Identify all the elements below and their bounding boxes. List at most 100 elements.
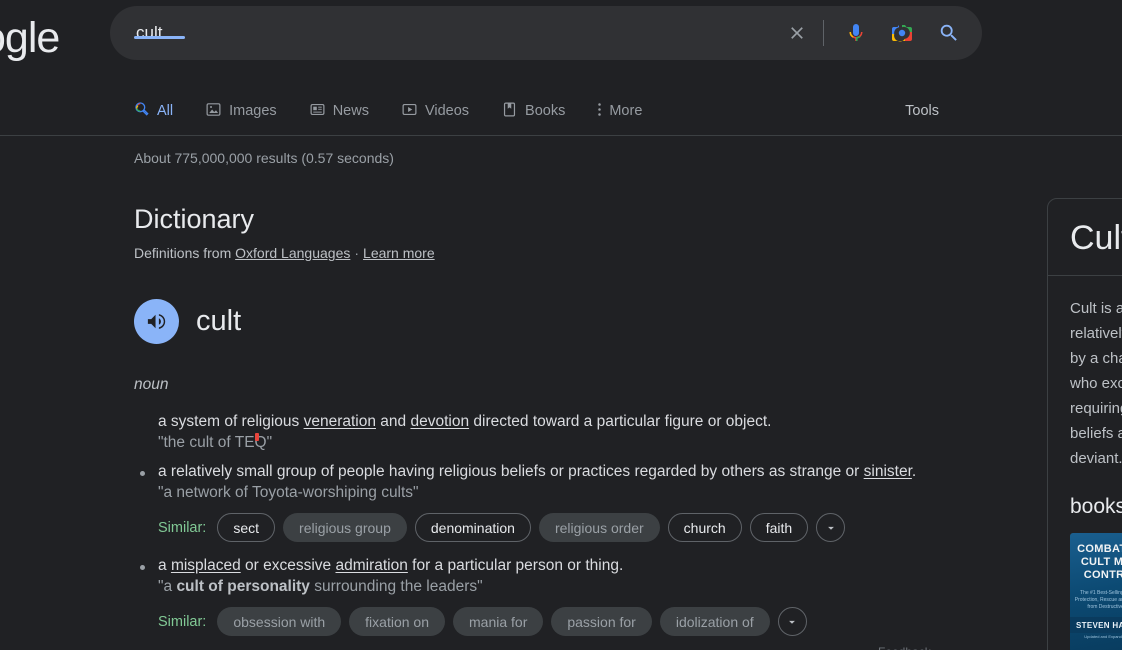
knowledge-panel-body: Cult is a term, considered pejorative, f…	[1048, 276, 1122, 650]
definition-text-span: and	[375, 413, 411, 430]
book-cover-subtitle: The #1 Best-Selling Guide to Protection,…	[1074, 590, 1122, 610]
headword: cult	[196, 305, 242, 337]
search-divider	[823, 20, 824, 46]
page-header: ogle	[0, 0, 1122, 136]
search-icon	[134, 101, 150, 121]
dictionary-card: Dictionary Definitions from Oxford Langu…	[134, 204, 1034, 636]
part-of-speech: noun	[134, 376, 169, 393]
definition-example: "a cult of personality surrounding the l…	[158, 577, 1034, 597]
tab-videos-label: Videos	[424, 103, 470, 119]
definition-example: "the cult of TEQ"	[158, 434, 273, 451]
search-submit-icon[interactable]	[924, 11, 974, 55]
knowledge-panel-description: Cult is a term, considered pejorative, f…	[1070, 300, 1122, 467]
list-bullet	[140, 565, 145, 570]
image-icon	[205, 101, 222, 122]
definition-text-span: directed toward a particular figure or o…	[469, 413, 772, 430]
tab-videos[interactable]: Videos	[401, 92, 483, 130]
google-search-results-page: ogle	[0, 0, 1122, 650]
book-item[interactable]: COMBATING CULT MIND CONTROL The #1 Best-…	[1070, 533, 1122, 650]
tab-news-label: News	[332, 103, 369, 119]
definition-text: a misplaced or excessive admiration for …	[158, 556, 1034, 576]
book-icon	[501, 101, 518, 122]
definition-example-span: "a	[158, 578, 177, 595]
similar-word-chip[interactable]: religious order	[538, 513, 660, 542]
book-cover-footnote: Updated and Expanded Edition	[1084, 634, 1122, 639]
tab-images[interactable]: Images	[205, 92, 291, 130]
definition-text-span: a	[158, 557, 171, 574]
tab-more[interactable]: More	[597, 92, 656, 130]
similar-word-chip[interactable]: passion for	[551, 607, 652, 636]
definition-term-link[interactable]: veneration	[304, 413, 376, 430]
similar-words-row: Similar: obsession with fixation on mania f…	[158, 607, 1034, 636]
similar-word-chip[interactable]: sect	[217, 513, 276, 542]
tab-all[interactable]: All	[134, 92, 187, 130]
books-heading: books	[1070, 495, 1122, 518]
oxford-languages-link[interactable]: Oxford Languages	[235, 245, 350, 261]
dictionary-heading: Dictionary	[134, 204, 255, 234]
video-play-icon	[401, 101, 418, 122]
similar-word-chip[interactable]: obsession with	[217, 607, 342, 636]
book-cover-author: STEVEN HASSAN	[1070, 617, 1122, 633]
definition-text-span: a system of religious	[158, 413, 304, 430]
text-cursor	[255, 433, 259, 441]
definition-text-span: or excessive	[240, 557, 336, 574]
similar-word-chip[interactable]: idolization of	[659, 607, 770, 636]
active-tab-underline	[134, 36, 185, 39]
chevron-down-icon[interactable]	[816, 513, 846, 542]
google-logo[interactable]: ogle	[0, 14, 60, 63]
similar-word-chip[interactable]: denomination	[414, 513, 531, 542]
result-stats: About 775,000,000 results (0.57 seconds)	[134, 150, 394, 166]
definition-text-span: .	[911, 463, 917, 480]
learn-more-link[interactable]: Learn more	[363, 245, 435, 261]
microphone-icon[interactable]	[834, 11, 878, 55]
chevron-down-icon[interactable]	[777, 607, 807, 636]
news-icon	[309, 101, 326, 122]
list-bullet	[140, 471, 145, 476]
definition-item: a relatively small group of people havin…	[134, 462, 1034, 542]
book-cover-image: COMBATING CULT MIND CONTROL The #1 Best-…	[1070, 533, 1122, 650]
knowledge-panel-title: Cult	[1070, 219, 1122, 257]
similar-word-chip[interactable]: church	[667, 513, 742, 542]
tab-more-label: More	[609, 103, 643, 119]
similar-word-chip[interactable]: religious group	[283, 513, 407, 542]
definition-item: a system of religious veneration and dev…	[134, 412, 1034, 453]
source-separator: ·	[354, 245, 360, 261]
similar-label: Similar:	[158, 519, 207, 536]
tab-images-label: Images	[229, 103, 277, 119]
feedback-link[interactable]: Feedback	[878, 645, 931, 650]
search-bar[interactable]	[110, 6, 982, 60]
clear-search-icon[interactable]	[777, 11, 817, 55]
google-lens-icon[interactable]	[880, 11, 924, 55]
definition-list: a system of religious veneration and dev…	[134, 412, 1034, 636]
pronounce-speaker-icon[interactable]	[134, 299, 179, 344]
knowledge-panel-header: Cult	[1048, 199, 1122, 276]
definition-term-link[interactable]: devotion	[410, 413, 469, 430]
results-column: About 775,000,000 results (0.57 seconds)…	[134, 150, 1034, 650]
search-nav-tabs: All Images News Videos Books More Tools	[0, 92, 1122, 136]
definition-term-link[interactable]: sinister	[864, 463, 912, 480]
definition-example-span: cult of personality	[176, 578, 310, 595]
book-cover-title: COMBATING CULT MIND CONTROL	[1077, 543, 1122, 581]
definition-item: a misplaced or excessive admiration for …	[134, 556, 1034, 636]
word-row: cult	[134, 299, 1034, 344]
source-prefix: Definitions from	[134, 245, 232, 261]
similar-word-chip[interactable]: faith	[749, 513, 809, 542]
nav-items: All Images News Videos Books More	[134, 92, 674, 130]
header-divider	[0, 135, 1122, 136]
definition-term-link[interactable]: admiration	[335, 557, 407, 574]
dictionary-source: Definitions from Oxford Languages · Learn …	[134, 245, 1034, 261]
definition-text: a system of religious veneration and dev…	[158, 412, 1034, 432]
tools-button[interactable]: Tools	[905, 92, 939, 130]
knowledge-panel: Cult Cult is a term, considered pejorati…	[1047, 198, 1122, 650]
definition-term-link[interactable]: misplaced	[171, 557, 241, 574]
similar-word-chip[interactable]: mania for	[453, 607, 544, 636]
similar-words-row: Similar: sect religious group denomination r…	[158, 513, 1034, 542]
definition-text: a relatively small group of people havin…	[158, 462, 1034, 482]
similar-label: Similar:	[158, 613, 207, 630]
tab-all-label: All	[157, 103, 174, 119]
tab-news[interactable]: News	[309, 92, 383, 130]
search-input[interactable]	[110, 6, 777, 60]
tab-books[interactable]: Books	[501, 92, 579, 130]
similar-word-chip[interactable]: fixation on	[349, 607, 445, 636]
definition-text-span: a relatively small group of people havin…	[158, 463, 864, 480]
